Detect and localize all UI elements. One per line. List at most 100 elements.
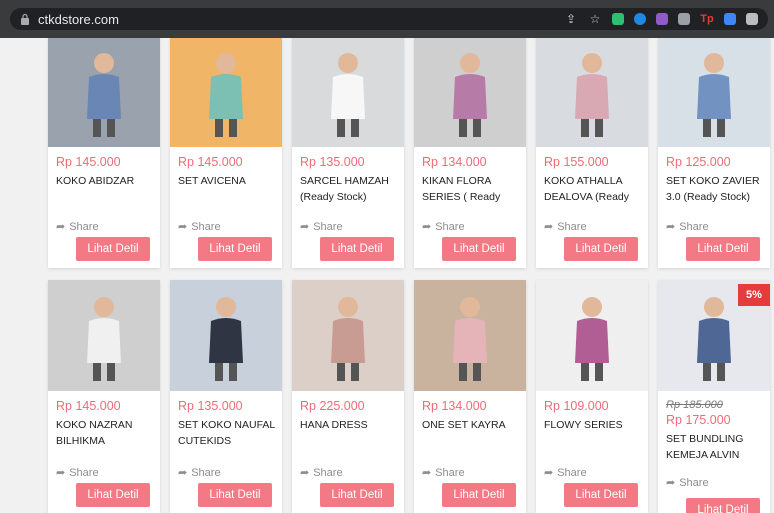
profile-icon[interactable]	[746, 13, 758, 25]
share-link[interactable]: ➦ Share	[56, 466, 99, 480]
product-image[interactable]	[170, 280, 282, 391]
share-link[interactable]: ➦ Share	[422, 220, 465, 234]
detail-button[interactable]: Lihat Detil	[686, 237, 760, 261]
share-arrow-icon: ➦	[300, 467, 310, 479]
product-image[interactable]	[48, 280, 160, 391]
share-arrow-icon: ➦	[544, 221, 554, 233]
share-link[interactable]: ➦ Share	[422, 466, 465, 480]
original-price: Rp 185.000	[666, 399, 723, 411]
share-label: Share	[69, 220, 99, 233]
share-arrow-icon: ➦	[666, 221, 676, 233]
share-link[interactable]: ➦ Share	[56, 220, 99, 234]
detail-button[interactable]: Lihat Detil	[320, 483, 394, 507]
detail-button[interactable]: Lihat Detil	[76, 237, 150, 261]
share-arrow-icon: ➦	[422, 467, 432, 479]
extension-icon[interactable]	[634, 13, 646, 25]
product-price: Rp 155.000	[544, 155, 609, 169]
product-listing: Rp 145.000 KOKO ABIDZAR ➦ Share Lihat Detil R…	[0, 38, 774, 513]
product-image[interactable]	[292, 38, 404, 147]
detail-button[interactable]: Lihat Detil	[76, 483, 150, 507]
share-label: Share	[313, 220, 343, 233]
product-price: Rp 225.000	[300, 399, 365, 413]
share-arrow-icon: ➦	[422, 221, 432, 233]
share-icon[interactable]: ⇪	[564, 12, 578, 26]
product-name[interactable]: KOKO NAZRAN BILHIKMA	[56, 417, 156, 449]
product-name[interactable]: KOKO ATHALLA DEALOVA (Ready	[544, 173, 644, 205]
share-link[interactable]: ➦ Share	[666, 220, 709, 234]
product-name[interactable]: FLOWY SERIES	[544, 417, 644, 433]
detail-button[interactable]: Lihat Detil	[320, 237, 394, 261]
product-price: Rp 134.000	[422, 399, 487, 413]
product-price: Rp 145.000	[56, 155, 121, 169]
product-image[interactable]	[414, 38, 526, 147]
product-image[interactable]	[414, 280, 526, 391]
product-card[interactable]: Rp 134.000 ONE SET KAYRA ➦ Share Lihat Detil	[414, 280, 526, 513]
detail-button[interactable]: Lihat Detil	[198, 483, 272, 507]
product-image[interactable]	[536, 38, 648, 147]
extension-icon[interactable]	[656, 13, 668, 25]
product-name[interactable]: KOKO ABIDZAR	[56, 173, 156, 189]
share-arrow-icon: ➦	[300, 221, 310, 233]
product-card[interactable]: Rp 135.000 SARCEL HAMZAH (Ready Stock) ➦ Sh…	[292, 38, 404, 268]
product-price: Rp 109.000	[544, 399, 609, 413]
product-image[interactable]	[48, 38, 160, 147]
product-image[interactable]	[292, 280, 404, 391]
product-name[interactable]: HANA DRESS	[300, 417, 400, 433]
product-image[interactable]	[536, 280, 648, 391]
share-link[interactable]: ➦ Share	[666, 476, 709, 490]
product-card[interactable]: Rp 109.000 FLOWY SERIES ➦ Share Lihat Detil	[536, 280, 648, 513]
share-link[interactable]: ➦ Share	[544, 466, 587, 480]
share-label: Share	[313, 466, 343, 479]
share-label: Share	[679, 476, 709, 489]
product-image[interactable]	[170, 38, 282, 147]
product-card[interactable]: Rp 135.000 SET KOKO NAUFAL CUTEKIDS ➦ Share…	[170, 280, 282, 513]
detail-button[interactable]: Lihat Detil	[564, 237, 638, 261]
detail-button[interactable]: Lihat Detil	[564, 483, 638, 507]
share-arrow-icon: ➦	[178, 221, 188, 233]
product-card[interactable]: Rp 145.000 KOKO ABIDZAR ➦ Share Lihat Detil	[48, 38, 160, 268]
share-arrow-icon: ➦	[544, 467, 554, 479]
product-price: Rp 135.000	[178, 399, 243, 413]
product-name[interactable]: SARCEL HAMZAH (Ready Stock)	[300, 173, 400, 205]
product-price: Rp 125.000	[666, 155, 731, 169]
product-name[interactable]: SET BUNDLING KEMEJA ALVIN	[666, 431, 766, 463]
product-price: Rp 175.000	[666, 413, 731, 427]
detail-button[interactable]: Lihat Detil	[686, 498, 760, 513]
detail-button[interactable]: Lihat Detil	[442, 483, 516, 507]
product-name[interactable]: ONE SET KAYRA	[422, 417, 522, 433]
product-card[interactable]: Rp 145.000 KOKO NAZRAN BILHIKMA ➦ Share Liha…	[48, 280, 160, 513]
extension-icon[interactable]	[724, 13, 736, 25]
share-label: Share	[435, 220, 465, 233]
product-name[interactable]: SET AVICENA	[178, 173, 278, 189]
product-card[interactable]: Rp 225.000 HANA DRESS ➦ Share Lihat Detil	[292, 280, 404, 513]
share-link[interactable]: ➦ Share	[300, 220, 343, 234]
share-label: Share	[191, 220, 221, 233]
product-card[interactable]: Rp 125.000 SET KOKO ZAVIER 3.0 (Ready Sto…	[658, 38, 770, 268]
product-card[interactable]: 5% Rp 185.000 Rp 175.000 SET BUNDLING KEMEJ…	[658, 280, 770, 513]
extension-icon[interactable]	[612, 13, 624, 25]
product-image[interactable]	[658, 38, 770, 147]
product-name[interactable]: SET KOKO NAUFAL CUTEKIDS	[178, 417, 278, 449]
product-name[interactable]: KIKAN FLORA SERIES ( Ready	[422, 173, 522, 205]
star-icon[interactable]: ☆	[588, 12, 602, 26]
product-price: Rp 145.000	[178, 155, 243, 169]
product-price: Rp 135.000	[300, 155, 365, 169]
detail-button[interactable]: Lihat Detil	[198, 237, 272, 261]
url-text: ctkdstore.com	[38, 11, 119, 27]
product-card[interactable]: Rp 155.000 KOKO ATHALLA DEALOVA (Ready ➦ Sh…	[536, 38, 648, 268]
product-name[interactable]: SET KOKO ZAVIER 3.0 (Ready Stock)	[666, 173, 766, 205]
product-card[interactable]: Rp 134.000 KIKAN FLORA SERIES ( Ready ➦ Sha…	[414, 38, 526, 268]
product-price: Rp 134.000	[422, 155, 487, 169]
extension-icon[interactable]: Tp	[700, 12, 714, 26]
share-label: Share	[69, 466, 99, 479]
extension-icon[interactable]	[678, 13, 690, 25]
address-bar[interactable]: ctkdstore.com ⇪ ☆ Tp	[10, 8, 768, 30]
product-card[interactable]: Rp 145.000 SET AVICENA ➦ Share Lihat Detil	[170, 38, 282, 268]
share-link[interactable]: ➦ Share	[178, 220, 221, 234]
detail-button[interactable]: Lihat Detil	[442, 237, 516, 261]
share-link[interactable]: ➦ Share	[178, 466, 221, 480]
share-link[interactable]: ➦ Share	[544, 220, 587, 234]
lock-icon	[21, 13, 29, 25]
share-arrow-icon: ➦	[56, 467, 66, 479]
share-link[interactable]: ➦ Share	[300, 466, 343, 480]
